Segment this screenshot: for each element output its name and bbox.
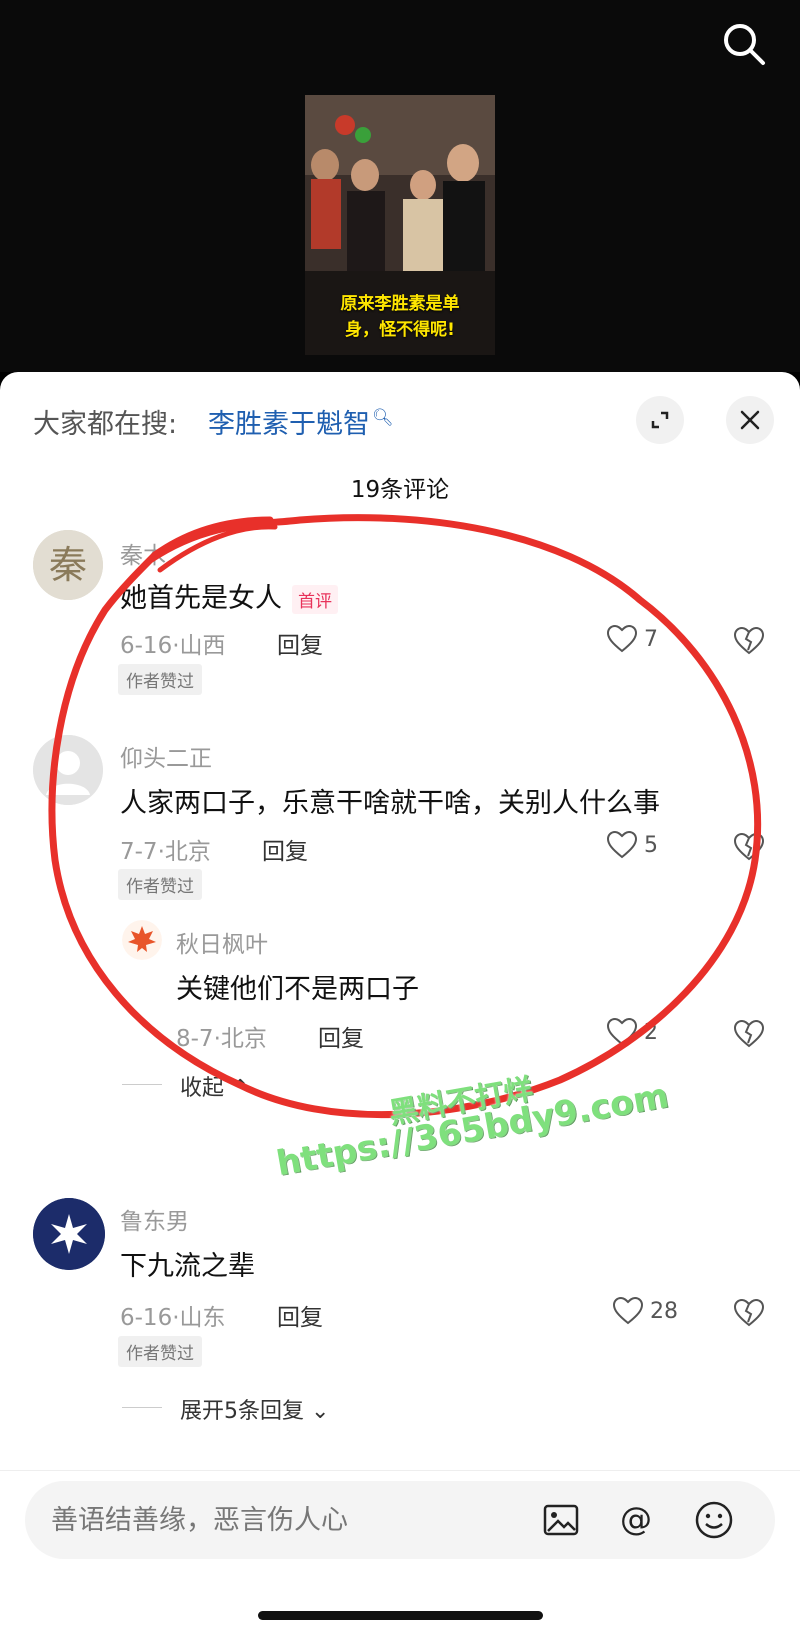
image-button[interactable] xyxy=(540,1499,582,1541)
reply-button[interactable]: 回复 xyxy=(262,832,308,866)
like-button[interactable]: 2 xyxy=(606,1017,658,1047)
comment-date-location: 7-7·北京 xyxy=(120,839,211,865)
reply-button[interactable]: 回复 xyxy=(318,1019,364,1053)
reply-date-location: 8-7·北京 xyxy=(176,1026,267,1052)
maple-leaf-avatar-icon xyxy=(122,920,162,960)
star-avatar-icon xyxy=(33,1198,105,1270)
reply-button[interactable]: 回复 xyxy=(277,626,323,660)
avatar[interactable] xyxy=(33,735,103,805)
broken-heart-icon xyxy=(733,1019,765,1048)
comment-item: 秦 秦木 她首先是女人 首评 6-16·山西 回复 7 作者赞过 xyxy=(0,530,800,730)
comment-date-location: 6-16·山东 xyxy=(120,1305,226,1331)
close-button[interactable] xyxy=(726,396,774,444)
caption-line-2: 身，怪不得呢! xyxy=(345,320,455,340)
divider xyxy=(122,1407,162,1408)
reply-username[interactable]: 秋日枫叶 xyxy=(176,925,268,959)
broken-heart-icon xyxy=(733,832,765,861)
default-avatar-icon xyxy=(33,735,103,805)
emoji-icon xyxy=(695,1501,733,1539)
caption-line-1: 原来李胜素是单 xyxy=(340,294,460,314)
comment-text-row: 她首先是女人 首评 xyxy=(120,576,338,615)
hot-search-label: 大家都在搜: xyxy=(33,409,178,440)
search-small-icon: 🔍︎ xyxy=(372,408,394,428)
heart-icon xyxy=(606,1017,638,1046)
expand-button[interactable] xyxy=(636,396,684,444)
expand-icon xyxy=(651,411,669,429)
comment-username[interactable]: 仰头二正 xyxy=(120,739,212,773)
comment-text: 下九流之辈 xyxy=(120,1251,255,1282)
comment-username[interactable]: 秦木 xyxy=(120,536,166,570)
like-button[interactable]: 7 xyxy=(606,624,658,654)
divider xyxy=(122,1084,162,1085)
chevron-down-icon: ⌄ xyxy=(311,1399,330,1424)
dislike-button[interactable] xyxy=(733,832,765,866)
author-liked-badge: 作者赞过 xyxy=(118,1336,202,1367)
heart-icon xyxy=(606,624,638,653)
dislike-button[interactable] xyxy=(733,1019,765,1053)
like-button[interactable]: 28 xyxy=(612,1296,678,1326)
comment-composer: @ xyxy=(0,1470,800,1636)
author-liked-badge: 作者赞过 xyxy=(118,664,202,695)
image-icon xyxy=(543,1504,579,1536)
broken-heart-icon xyxy=(733,1298,765,1327)
search-icon xyxy=(724,24,765,65)
comment-text: 人家两口子，乐意干啥就干啥，关别人什么事 xyxy=(120,788,660,819)
comment-text: 她首先是女人 xyxy=(120,583,282,614)
avatar[interactable]: 秦 xyxy=(33,530,103,600)
first-comment-tag: 首评 xyxy=(292,585,338,614)
collapse-label: 收起 xyxy=(180,1076,225,1101)
comment-input[interactable] xyxy=(49,1499,493,1541)
like-count: 2 xyxy=(644,1019,658,1045)
dislike-button[interactable] xyxy=(733,626,765,660)
avatar-image: 秦 xyxy=(33,530,103,600)
like-count: 7 xyxy=(644,626,658,652)
comment-username[interactable]: 鲁东男 xyxy=(120,1202,189,1236)
chevron-up-icon: ⌃ xyxy=(231,1076,250,1101)
like-count: 28 xyxy=(650,1298,678,1324)
reply-button[interactable]: 回复 xyxy=(277,1298,323,1332)
collapse-replies-button[interactable]: 收起 ⌃ xyxy=(180,1070,249,1102)
home-indicator[interactable] xyxy=(258,1611,543,1620)
like-button[interactable]: 5 xyxy=(606,830,658,860)
video-thumbnail[interactable]: 原来李胜素是单 身，怪不得呢! xyxy=(305,95,495,355)
dislike-button[interactable] xyxy=(733,1298,765,1332)
comment-input-box[interactable]: @ xyxy=(25,1481,775,1559)
hot-search-link[interactable]: 李胜素于魁智 🔍︎ xyxy=(208,402,394,441)
heart-icon xyxy=(612,1296,644,1325)
search-button[interactable] xyxy=(718,18,770,70)
comment-item: 仰头二正 人家两口子，乐意干啥就干啥，关别人什么事 7-7·北京 回复 5 作者… xyxy=(0,735,800,1105)
reply-text: 关键他们不是两口子 xyxy=(176,974,419,1005)
video-caption: 原来李胜素是单 身，怪不得呢! xyxy=(305,291,495,343)
sheet-header: 大家都在搜: 李胜素于魁智 🔍︎ xyxy=(0,372,800,444)
reply-avatar[interactable] xyxy=(122,920,162,960)
author-liked-badge: 作者赞过 xyxy=(118,869,202,900)
comment-item: 鲁东男 下九流之辈 6-16·山东 回复 28 作者赞过 展开5条回复 ⌄ xyxy=(0,1198,800,1428)
broken-heart-icon xyxy=(733,626,765,655)
heart-icon xyxy=(606,830,638,859)
svg-text:秦: 秦 xyxy=(49,543,87,587)
expand-replies-button[interactable]: 展开5条回复 ⌄ xyxy=(180,1393,329,1425)
video-player[interactable]: 原来李胜素是单 身，怪不得呢! xyxy=(0,0,800,372)
comment-count: 19条评论 xyxy=(350,477,450,503)
mention-button[interactable]: @ xyxy=(615,1499,657,1541)
emoji-button[interactable] xyxy=(693,1499,735,1541)
close-icon xyxy=(740,410,760,430)
at-icon: @ xyxy=(620,1500,652,1538)
svg-text:@: @ xyxy=(620,1500,652,1538)
comment-date-location: 6-16·山西 xyxy=(120,633,226,659)
like-count: 5 xyxy=(644,832,658,858)
avatar[interactable] xyxy=(33,1198,105,1270)
expand-label: 展开5条回复 xyxy=(180,1399,304,1424)
hot-search-term: 李胜素于魁智 xyxy=(208,409,370,440)
